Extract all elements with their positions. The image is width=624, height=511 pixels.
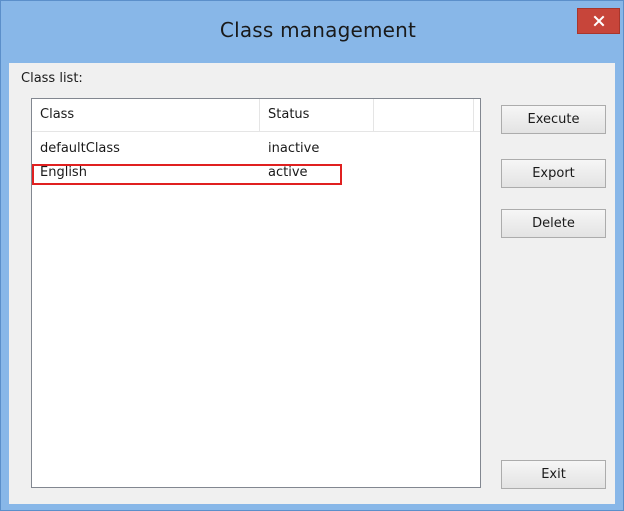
close-button[interactable] <box>577 8 620 34</box>
selection-highlight-box <box>32 164 342 185</box>
class-list-view[interactable]: Class Status defaultClass inactive Engli… <box>31 98 481 488</box>
column-header-status[interactable]: Status <box>260 99 374 131</box>
execute-button[interactable]: Execute <box>501 105 606 134</box>
exit-button[interactable]: Exit <box>501 460 606 489</box>
class-list-label: Class list: <box>21 71 83 86</box>
cell-class: defaultClass <box>40 141 120 156</box>
cell-status: inactive <box>268 141 320 156</box>
list-header: Class Status <box>32 99 480 132</box>
export-button[interactable]: Export <box>501 159 606 188</box>
close-icon <box>593 15 604 27</box>
class-management-window: Class management Class list: Class Statu… <box>0 0 624 511</box>
table-row-defaultclass[interactable]: defaultClass inactive <box>32 137 480 161</box>
window-title: Class management <box>219 18 417 42</box>
column-header-class[interactable]: Class <box>32 99 260 131</box>
title-bar[interactable]: Class management <box>1 1 623 63</box>
column-header-empty <box>374 99 474 131</box>
dialog-client-area: Class list: Class Status defaultClass in… <box>9 63 615 504</box>
delete-button[interactable]: Delete <box>501 209 606 238</box>
